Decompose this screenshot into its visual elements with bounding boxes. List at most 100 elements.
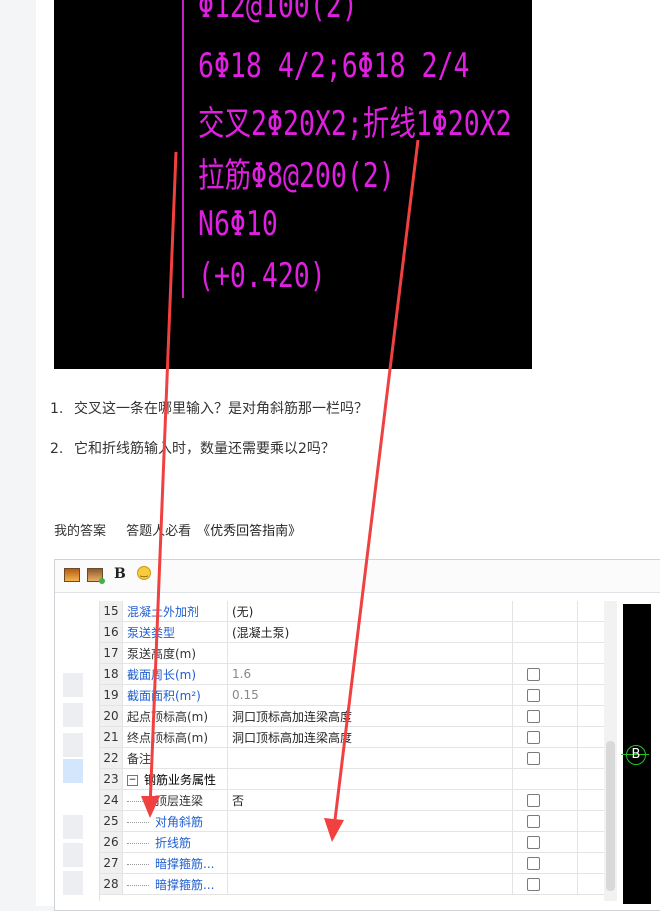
property-row[interactable]: 27 暗撑箍筋...: [100, 852, 606, 874]
row-name-cell[interactable]: 折线筋: [122, 831, 228, 853]
row-checkbox[interactable]: [527, 878, 540, 891]
row-name: 起点顶标高(m): [127, 709, 209, 724]
question-list: 1. 交叉这一条在哪里输入？是对角斜筋那一栏吗？ 2. 它和折线筋输入时，数量还需要…: [50, 398, 368, 478]
row-number: 18: [100, 663, 123, 685]
property-row[interactable]: 25 对角斜筋: [100, 810, 606, 832]
row-value-cell[interactable]: (无): [227, 601, 513, 622]
row-check-cell[interactable]: [512, 601, 578, 622]
row-number: 23: [100, 768, 123, 790]
row-number: 15: [100, 601, 123, 622]
panel-block-selected: [63, 759, 83, 783]
row-value-cell[interactable]: [227, 642, 513, 664]
row-value-cell[interactable]: 洞口顶标高加连梁高度: [227, 726, 513, 748]
row-check-cell[interactable]: [512, 873, 578, 895]
grid-scrollbar-thumb[interactable]: [606, 741, 615, 891]
cad-line-tie: 拉筋Φ8@200(2): [198, 156, 395, 196]
row-name-cell[interactable]: 对角斜筋: [122, 810, 228, 832]
row-check-cell[interactable]: [512, 747, 578, 769]
row-checkbox[interactable]: [527, 794, 540, 807]
editor-content[interactable]: 15 混凝土外加剂 (无) 16 泵送类型 (混凝土泵) 17 泵送高度(m) 18 截面周长(m…: [55, 593, 660, 910]
row-value-cell[interactable]: [227, 768, 513, 790]
row-number: 28: [100, 873, 123, 895]
row-check-cell[interactable]: [512, 768, 578, 790]
row-check-cell[interactable]: [512, 684, 578, 706]
row-check-cell[interactable]: [512, 621, 578, 643]
row-value-cell[interactable]: [227, 831, 513, 853]
row-name: 混凝土外加剂: [127, 604, 200, 619]
property-row[interactable]: 22 备注: [100, 747, 606, 769]
question-number: 1.: [50, 401, 64, 417]
row-name-cell[interactable]: 起点顶标高(m): [122, 705, 228, 727]
row-name-cell[interactable]: 泵送高度(m): [122, 642, 228, 664]
row-value-cell[interactable]: 0.15: [227, 684, 513, 706]
row-name-cell[interactable]: 暗撑箍筋...: [122, 852, 228, 874]
must-read-label: 答题人必看: [126, 524, 192, 539]
row-checkbox[interactable]: [527, 752, 540, 765]
panel-block: [63, 843, 83, 867]
property-row[interactable]: 24 顶层连梁 否: [100, 789, 606, 811]
row-check-cell[interactable]: [512, 663, 578, 685]
property-row[interactable]: 18 截面周长(m) 1.6: [100, 663, 606, 685]
row-number: 24: [100, 789, 123, 811]
property-row[interactable]: 23− 钢筋业务属性: [100, 768, 606, 790]
row-check-cell[interactable]: [512, 810, 578, 832]
row-name-cell[interactable]: − 钢筋业务属性: [122, 768, 228, 790]
row-check-cell[interactable]: [512, 705, 578, 727]
answer-editor[interactable]: B ‿ 15 混凝土外加剂 (无) 16 泵送类型 (混凝土泵) 17 泵送高度(m) 18 截面…: [54, 559, 660, 911]
property-row[interactable]: 26 折线筋: [100, 831, 606, 853]
row-name-cell[interactable]: 泵送类型: [122, 621, 228, 643]
row-number: 20: [100, 705, 123, 727]
row-value-cell[interactable]: [227, 852, 513, 874]
image-add-icon[interactable]: [87, 568, 105, 584]
row-name: 截面周长(m): [127, 667, 197, 682]
row-name-cell[interactable]: 截面周长(m): [122, 663, 228, 685]
row-value-cell[interactable]: 否: [227, 789, 513, 811]
row-checkbox[interactable]: [527, 836, 540, 849]
property-row[interactable]: 15 混凝土外加剂 (无): [100, 601, 606, 622]
row-check-cell[interactable]: [512, 852, 578, 874]
row-checkbox[interactable]: [527, 710, 540, 723]
bold-button[interactable]: B: [114, 566, 126, 582]
row-name-cell[interactable]: 混凝土外加剂: [122, 601, 228, 622]
image-icon[interactable]: [64, 568, 80, 582]
property-row[interactable]: 21 终点顶标高(m) 洞口顶标高加连梁高度: [100, 726, 606, 748]
row-name-cell[interactable]: 备注: [122, 747, 228, 769]
row-value-cell[interactable]: 1.6: [227, 663, 513, 685]
row-name-cell[interactable]: 终点顶标高(m): [122, 726, 228, 748]
row-value-cell[interactable]: 洞口顶标高加连梁高度: [227, 705, 513, 727]
property-row[interactable]: 28 暗撑箍筋...: [100, 873, 606, 895]
row-check-cell[interactable]: [512, 789, 578, 811]
panel-block: [63, 815, 83, 839]
property-row[interactable]: 16 泵送类型 (混凝土泵): [100, 621, 606, 643]
row-value-cell[interactable]: [227, 810, 513, 832]
row-name-cell[interactable]: 暗撑箍筋...: [122, 873, 228, 895]
row-pad-cell: [577, 852, 606, 874]
property-row[interactable]: 20 起点顶标高(m) 洞口顶标高加连梁高度: [100, 705, 606, 727]
row-pad-cell: [577, 684, 606, 706]
row-name-cell[interactable]: 截面面积(m²): [122, 684, 228, 706]
screenshot-left-panel: [55, 593, 83, 910]
row-check-cell[interactable]: [512, 831, 578, 853]
row-check-cell[interactable]: [512, 642, 578, 664]
axis-badge: B: [626, 745, 646, 765]
row-value-cell[interactable]: (混凝土泵): [227, 621, 513, 643]
row-check-cell[interactable]: [512, 726, 578, 748]
row-checkbox[interactable]: [527, 731, 540, 744]
row-checkbox[interactable]: [527, 857, 540, 870]
row-checkbox[interactable]: [527, 668, 540, 681]
emoji-icon[interactable]: ‿: [137, 566, 151, 580]
row-checkbox[interactable]: [527, 689, 540, 702]
cad-drawing-image: Φ12@100(2) 6Φ18 4/2;6Φ18 2/4 交叉2Φ20X2;折线…: [54, 0, 532, 369]
row-pad-cell: [577, 810, 606, 832]
property-row[interactable]: 17 泵送高度(m): [100, 642, 606, 664]
property-row[interactable]: 19 截面面积(m²) 0.15: [100, 684, 606, 706]
row-value-cell[interactable]: [227, 873, 513, 895]
row-checkbox[interactable]: [527, 815, 540, 828]
answer-guide-link[interactable]: 《优秀回答指南》: [197, 524, 301, 539]
row-name: 备注: [127, 751, 152, 766]
row-value-cell[interactable]: [227, 747, 513, 769]
row-value: 洞口顶标高加连梁高度: [232, 730, 353, 745]
row-name-cell[interactable]: 顶层连梁: [122, 789, 228, 811]
my-answer-label: 我的答案: [54, 524, 107, 539]
collapse-icon[interactable]: −: [127, 774, 138, 786]
